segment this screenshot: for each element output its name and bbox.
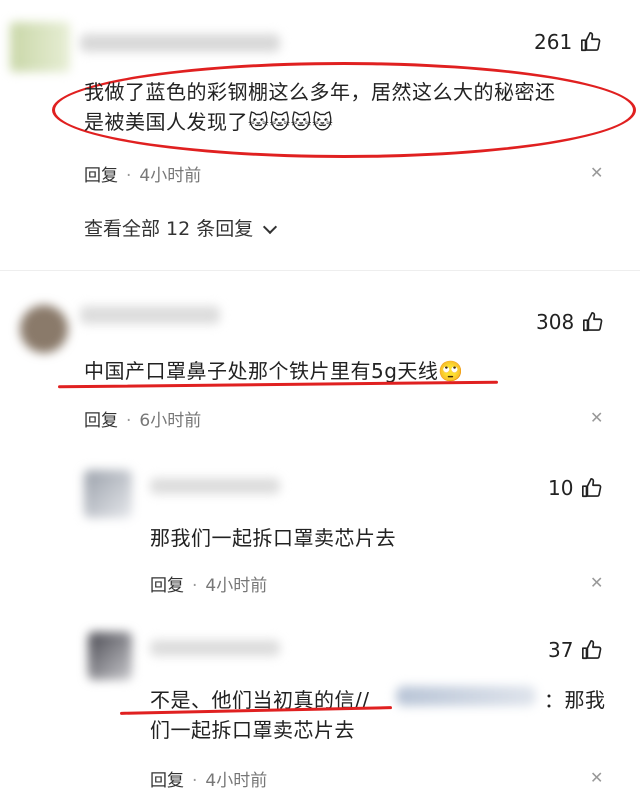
comment-meta: 回复 · 4小时前 [84, 166, 202, 186]
avatar[interactable] [10, 22, 70, 72]
reply-meta: 回复 · 4小时前 [150, 771, 268, 791]
thumbs-up-icon [582, 640, 602, 660]
comment-text-line1: 我做了蓝色的彩钢棚这么多年，居然这么大的秘密还 [84, 80, 556, 104]
like-count: 10 [548, 476, 574, 500]
view-all-replies-link[interactable]: 查看全部 12 条回复 [84, 214, 278, 241]
reply-text-line2: 们一起拆口罩卖芯片去 [150, 718, 355, 742]
like-count: 37 [548, 638, 574, 662]
comment-text: 中国产口罩鼻子处那个铁片里有5g天线🙄 [84, 359, 464, 383]
like-button[interactable]: 308 [536, 310, 604, 334]
cat-emoji-icon: 🐱🐱🐱🐱 [248, 110, 334, 134]
divider [0, 270, 640, 271]
close-icon[interactable]: ✕ [590, 573, 603, 592]
reply-text-suffix: ：那我 [544, 688, 606, 712]
reply-button[interactable]: 回复 [150, 771, 184, 791]
like-button[interactable]: 37 [548, 638, 603, 662]
thumbs-up-icon [582, 478, 602, 498]
timestamp: 4小时前 [205, 576, 268, 596]
reply-button[interactable]: 回复 [150, 576, 184, 596]
like-count: 261 [534, 30, 573, 54]
avatar[interactable] [84, 470, 132, 518]
close-icon[interactable]: ✕ [590, 163, 603, 182]
thumbs-up-icon [581, 32, 601, 52]
like-button[interactable]: 10 [548, 476, 603, 500]
reply-button[interactable]: 回复 [84, 166, 118, 186]
eye-roll-emoji-icon: 🙄 [438, 359, 464, 383]
quoted-username[interactable] [396, 686, 536, 706]
reply-text: 那我们一起拆口罩卖芯片去 [150, 526, 396, 550]
like-count: 308 [536, 310, 575, 334]
like-button[interactable]: 261 [534, 30, 602, 54]
thumbs-up-icon [583, 312, 603, 332]
comment-meta: 回复 · 6小时前 [84, 411, 202, 431]
avatar[interactable] [88, 632, 132, 680]
comment-text-line2: 是被美国人发现了🐱🐱🐱🐱 [84, 110, 334, 134]
chevron-down-icon [263, 219, 278, 235]
close-icon[interactable]: ✕ [590, 768, 603, 787]
reply-button[interactable]: 回复 [84, 411, 118, 431]
timestamp: 4小时前 [139, 166, 202, 186]
username[interactable] [80, 34, 280, 52]
username[interactable] [150, 478, 280, 494]
username[interactable] [80, 306, 220, 324]
timestamp: 4小时前 [205, 771, 268, 791]
username[interactable] [150, 640, 280, 656]
avatar[interactable] [20, 305, 68, 353]
timestamp: 6小时前 [139, 411, 202, 431]
close-icon[interactable]: ✕ [590, 408, 603, 427]
reply-meta: 回复 · 4小时前 [150, 576, 268, 596]
